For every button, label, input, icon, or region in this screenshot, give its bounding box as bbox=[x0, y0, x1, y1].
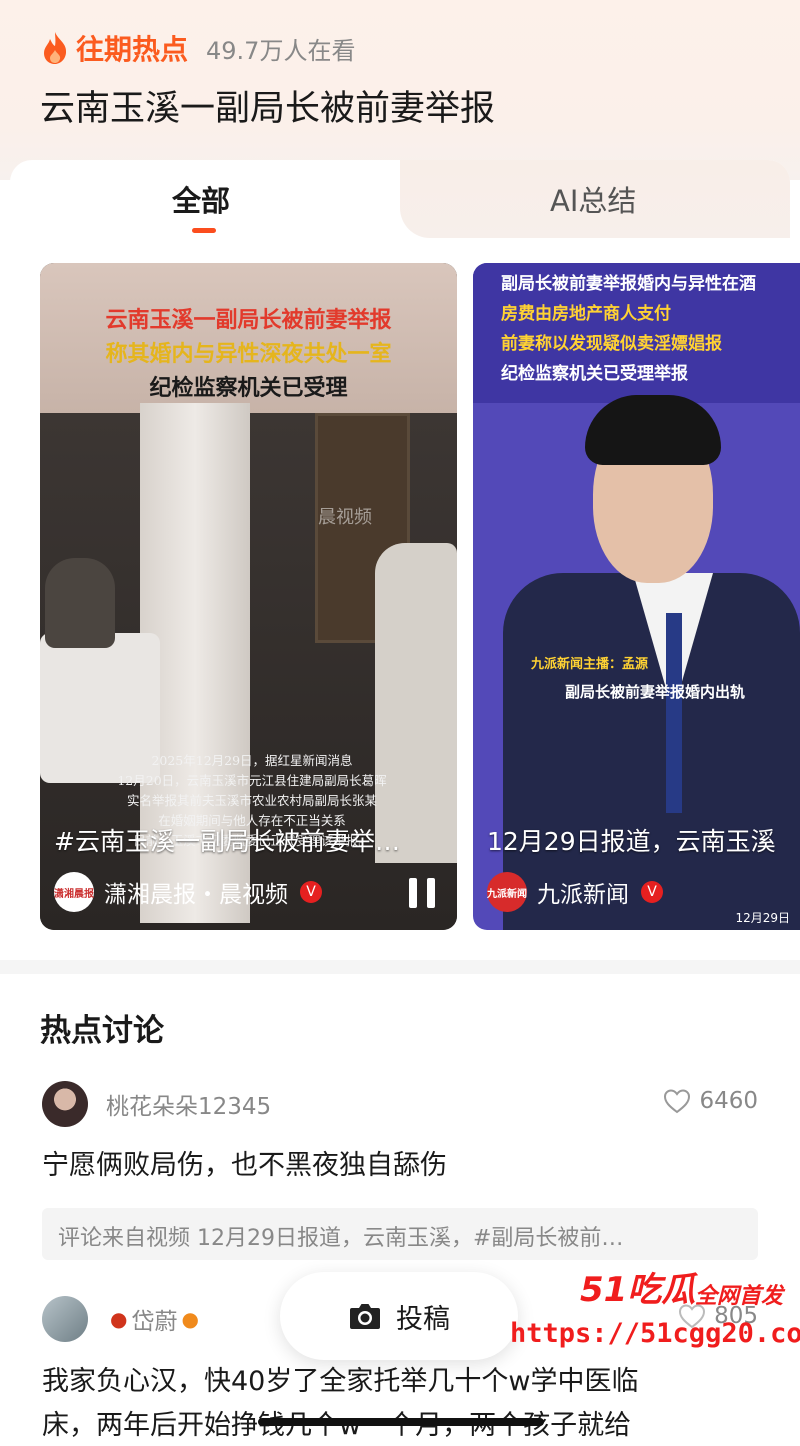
comment-1-like-button[interactable]: 6460 bbox=[663, 1088, 758, 1114]
overlay-line: 纪检监察机关已受理 bbox=[149, 375, 348, 401]
anchor-lower-third: 副局长被前妻举报婚内出轨 bbox=[565, 683, 746, 701]
apple-emoji-icon: ● bbox=[110, 1307, 128, 1331]
video-card-1[interactable]: 晨视频 云南玉溪一副局长被前妻举报 称其婚内与异性深夜共处一室 纪检监察机关已受… bbox=[40, 263, 457, 930]
overlay-line: 云南玉溪一副局长被前妻举报 bbox=[105, 307, 392, 333]
anchor-tie bbox=[666, 613, 682, 813]
orange-emoji-icon: ● bbox=[181, 1307, 199, 1331]
subtitle-line: 2025年12月29日，据红星新闻消息 bbox=[151, 753, 353, 768]
comment-2-header[interactable]: ● 岱蔚 ● bbox=[42, 1295, 203, 1343]
anchor-hair bbox=[585, 395, 721, 465]
promo-brand: 51吃瓜 bbox=[580, 1270, 696, 1310]
avatar[interactable] bbox=[42, 1081, 88, 1127]
subtitle-line: 12月20日，云南玉溪市元江县住建局副局长葛晖 bbox=[117, 773, 387, 788]
post-button[interactable]: 投稿 bbox=[280, 1272, 518, 1360]
tab-all[interactable]: 全部 bbox=[172, 178, 230, 220]
comment-1-header[interactable]: 桃花朵朵12345 bbox=[42, 1080, 271, 1128]
pause-icon[interactable] bbox=[409, 878, 435, 908]
video-1-watermark: 晨视频 bbox=[318, 507, 372, 528]
video-1-caption: #云南玉溪一副局长被前妻举… bbox=[54, 827, 400, 856]
video-1-source[interactable]: 潇湘晨报 潇湘晨报・晨视频 V bbox=[54, 872, 322, 912]
promo-slogan: 全网首发 bbox=[695, 1284, 784, 1309]
video-2-date: 12月29日 bbox=[735, 911, 790, 925]
tab-ai-summary[interactable]: AI总结 bbox=[550, 178, 636, 220]
comment-source-link[interactable]: 评论来自视频 12月29日报道，云南玉溪，#副局长被前… bbox=[42, 1208, 758, 1260]
source-logo-icon: 潇湘晨报 bbox=[54, 872, 94, 912]
source-name: 九派新闻 bbox=[537, 882, 629, 908]
overlay-line: 称其婚内与异性深夜共处一室 bbox=[105, 341, 392, 367]
hot-topic-label: 往期热点 bbox=[76, 33, 189, 66]
verified-badge-icon: V bbox=[641, 881, 663, 903]
overlay-line: 纪检监察机关已受理举报 bbox=[501, 364, 688, 384]
video-card-2[interactable]: 副局长被前妻举报婚内与异性在酒 房费由房地产商人支付 前妻称以发现疑似卖淫嫖娼报… bbox=[473, 263, 800, 930]
source-name: 潇湘晨报・晨视频 bbox=[104, 882, 288, 908]
comment-username[interactable]: 桃花朵朵12345 bbox=[106, 1087, 271, 1121]
home-indicator bbox=[258, 1418, 544, 1426]
verified-badge-icon: V bbox=[300, 881, 322, 903]
overlay-line: 房费由房地产商人支付 bbox=[501, 304, 671, 324]
hot-topic-row[interactable]: 往期热点 49.7万人在看 bbox=[40, 28, 355, 68]
comment-1-text: 宁愿俩败局伤，也不黑夜独自舔伤 bbox=[42, 1150, 447, 1181]
video-1-overlay-text: 云南玉溪一副局长被前妻举报 称其婚内与异性深夜共处一室 纪检监察机关已受理 bbox=[40, 303, 457, 405]
promo-url: https://51cgg20.com bbox=[510, 1318, 800, 1349]
subtitle-line: 实名举报其前夫玉溪市农业农村局副局长张某 bbox=[126, 793, 377, 808]
video-1-person-left bbox=[45, 558, 115, 648]
section-divider bbox=[0, 960, 800, 974]
discussion-title: 热点讨论 bbox=[40, 1013, 164, 1049]
camera-icon bbox=[350, 1304, 380, 1329]
video-2-overlay-text: 副局长被前妻举报婚内与异性在酒 房费由房地产商人支付 前妻称以发现疑似卖淫嫖娼报… bbox=[501, 269, 800, 389]
flame-icon bbox=[44, 32, 67, 64]
avatar[interactable] bbox=[42, 1296, 88, 1342]
page-title: 云南玉溪一副局长被前妻举报 bbox=[40, 89, 496, 129]
source-logo-icon: 九派新闻 bbox=[487, 872, 527, 912]
video-2-source[interactable]: 九派新闻 九派新闻 V bbox=[487, 872, 663, 912]
comment-username[interactable]: 岱蔚 bbox=[131, 1302, 177, 1336]
comment-2-text: 我家负心汉，快40岁了全家托举几十个w学中医临 床，两年后开始挣钱几个w一个月，… bbox=[42, 1360, 638, 1446]
heart-icon bbox=[664, 1089, 691, 1114]
active-tab-indicator bbox=[192, 228, 216, 233]
comment-line: 我家负心汉，快40岁了全家托举几十个w学中医临 bbox=[42, 1366, 639, 1397]
video-2-caption: 12月29日报道，云南玉溪 bbox=[487, 827, 776, 856]
overlay-line: 前妻称以发现疑似卖淫嫖娼报 bbox=[501, 334, 722, 354]
viewer-count: 49.7万人在看 bbox=[206, 36, 356, 65]
anchor-name-tag: 九派新闻主播：孟源 bbox=[531, 657, 649, 672]
post-button-label: 投稿 bbox=[396, 1303, 450, 1335]
overlay-line: 副局长被前妻举报婚内与异性在酒 bbox=[501, 274, 756, 294]
like-count: 6460 bbox=[699, 1088, 758, 1114]
